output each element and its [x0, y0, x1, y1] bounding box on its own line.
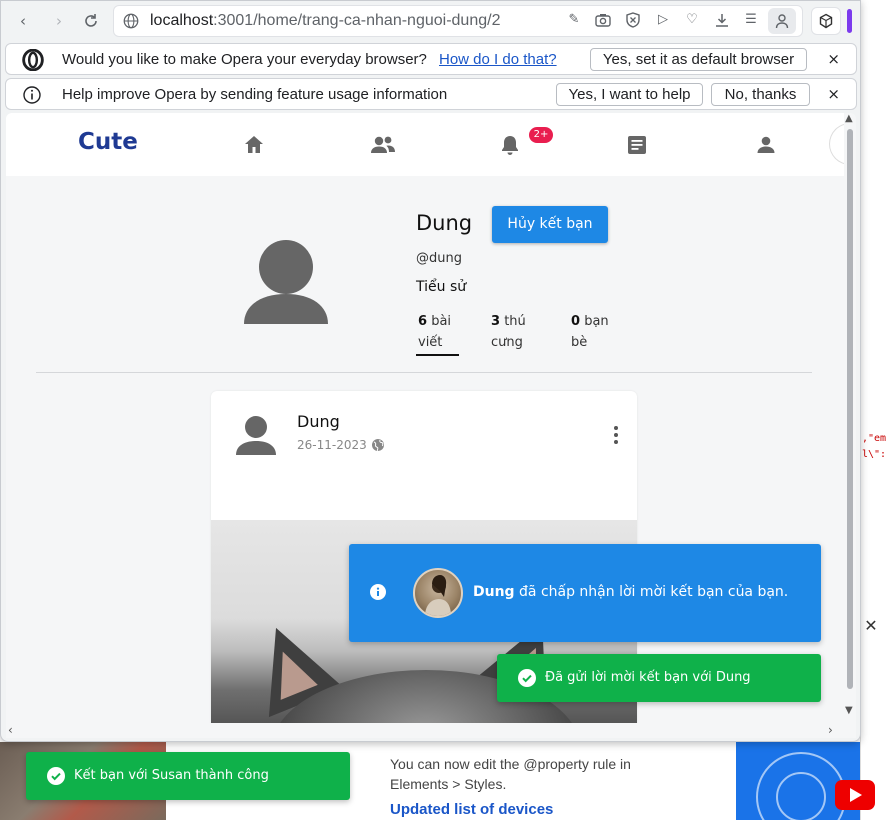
scroll-right-icon[interactable]: ›: [828, 723, 833, 737]
request-sent-toast[interactable]: Đã gửi lời mời kết bạn với Dung: [497, 654, 821, 702]
reload-icon[interactable]: [79, 9, 103, 33]
extensions-icon[interactable]: [811, 7, 841, 35]
more-options-icon[interactable]: [611, 425, 621, 445]
divider: [36, 372, 812, 373]
heart-icon[interactable]: ♡: [682, 10, 702, 30]
bell-icon[interactable]: [498, 133, 522, 157]
check-circle-icon: [47, 767, 65, 785]
devtools-code-line: ,"ema: [862, 433, 886, 444]
post-date: 26-11-2023: [297, 438, 367, 452]
adblock-icon[interactable]: [623, 10, 643, 30]
app-logo[interactable]: Cute: [78, 129, 138, 155]
info-icon: [23, 86, 41, 104]
profile-handle: @dung: [416, 251, 462, 266]
scrollbar-thumb[interactable]: [847, 129, 853, 689]
post-author-avatar[interactable]: [235, 413, 277, 455]
article-heading[interactable]: Updated list of devices: [370, 794, 730, 818]
how-to-link[interactable]: How do I do that?: [439, 51, 557, 68]
profile-icon[interactable]: [768, 8, 796, 34]
opera-sidebar-indicator: [847, 9, 852, 33]
camera-icon[interactable]: [593, 10, 613, 30]
toast-message: Dung đã chấp nhận lời mời kết bạn của bạ…: [473, 584, 789, 600]
toast-avatar: [413, 568, 463, 618]
stat-pets-tab[interactable]: 3 thú cưng: [491, 311, 543, 353]
close-infobar-icon[interactable]: ×: [827, 85, 840, 103]
unfriend-button[interactable]: Hủy kết bạn: [492, 206, 608, 243]
info-icon: [370, 584, 386, 600]
play-icon[interactable]: ▷: [653, 10, 673, 30]
check-circle-icon: [518, 669, 536, 687]
infobar-message: Would you like to make Opera your everyd…: [62, 51, 427, 68]
opera-logo-icon: [22, 49, 44, 71]
user-icon[interactable]: [754, 133, 778, 157]
forward-icon[interactable]: ›: [47, 9, 71, 33]
home-icon[interactable]: [242, 133, 266, 157]
friends-icon[interactable]: [369, 133, 397, 157]
set-default-button[interactable]: Yes, set it as default browser: [590, 48, 807, 71]
download-icon[interactable]: [712, 10, 732, 30]
infobar-message: Help improve Opera by sending feature us…: [62, 86, 448, 103]
easy-setup-icon[interactable]: ☰: [741, 10, 761, 30]
devtools-code-line: l\":t: [862, 449, 886, 460]
devtools-panel: [860, 110, 886, 820]
notification-badge: 2+: [529, 127, 553, 143]
webpage-viewport: Cute 2+ Dung Hủy kết bạn @dung Tiểu sử 6…: [6, 113, 856, 738]
edit-icon[interactable]: ✎: [564, 10, 584, 30]
scroll-left-icon[interactable]: ‹: [8, 723, 13, 737]
globe-icon: [123, 13, 139, 29]
post-author[interactable]: Dung: [297, 412, 340, 431]
active-tab-indicator: [416, 354, 459, 356]
profile-name: Dung: [416, 211, 473, 235]
public-globe-icon: [372, 439, 384, 452]
back-icon[interactable]: ‹: [11, 9, 35, 33]
profile-avatar: [244, 240, 328, 324]
devtools-close-icon[interactable]: ✕: [860, 615, 882, 637]
toast-message: Đã gửi lời mời kết bạn với Dung: [545, 670, 751, 685]
decline-button[interactable]: No, thanks: [711, 83, 810, 106]
stat-friends-tab[interactable]: 0 bạn bè: [571, 311, 623, 353]
url-text: localhost:3001/home/trang-ca-nhan-nguoi-…: [150, 12, 501, 29]
vertical-scrollbar[interactable]: ▲ ▼: [844, 113, 856, 723]
address-bar-row: ‹ › localhost:3001/home/trang-ca-nhan-ng…: [1, 1, 860, 41]
default-browser-infobar: Would you like to make Opera your everyd…: [5, 43, 857, 75]
toast-message: Kết bạn với Susan thành công: [74, 768, 269, 783]
horizontal-scrollbar[interactable]: ‹ ›: [6, 723, 844, 738]
scroll-up-icon[interactable]: ▲: [845, 113, 853, 124]
newsfeed-icon[interactable]: [625, 133, 649, 157]
scroll-down-icon[interactable]: ▼: [845, 705, 853, 716]
app-header: Cute 2+: [6, 113, 856, 176]
background-article: You can now edit the @property rule in E…: [370, 742, 730, 820]
article-text: You can now edit the @property rule in E…: [390, 756, 631, 792]
accept-help-button[interactable]: Yes, I want to help: [556, 83, 703, 106]
usage-infobar: Help improve Opera by sending feature us…: [5, 78, 857, 110]
stat-posts-tab[interactable]: 6 bài viết: [418, 311, 470, 353]
profile-bio: Tiểu sử: [416, 279, 467, 295]
close-infobar-icon[interactable]: ×: [827, 50, 840, 68]
friend-added-toast[interactable]: Kết bạn với Susan thành công: [26, 752, 350, 800]
friend-accepted-toast[interactable]: Dung đã chấp nhận lời mời kết bạn của bạ…: [349, 544, 821, 642]
youtube-icon[interactable]: [835, 780, 875, 810]
